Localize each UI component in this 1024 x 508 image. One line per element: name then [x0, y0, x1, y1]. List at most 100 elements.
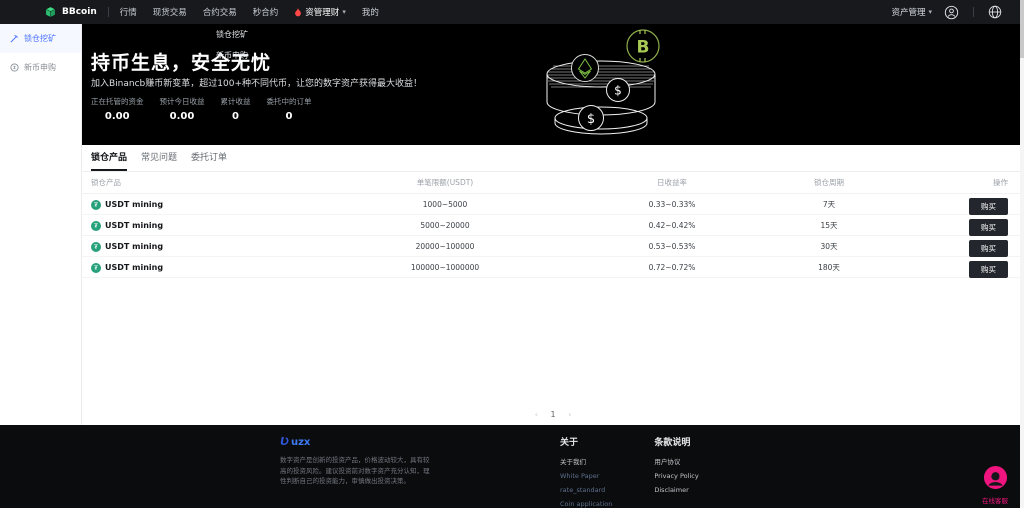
ethereum-coin-icon	[572, 55, 599, 82]
buy-button[interactable]: 购买	[969, 198, 1008, 215]
tether-icon: ₮	[91, 242, 101, 252]
footer-link-about-us[interactable]: 关于我们	[560, 456, 612, 466]
stat-label: 累计收益	[221, 96, 251, 107]
period-value: 180天	[716, 262, 942, 273]
nav-divider	[108, 7, 109, 17]
page-scrollbar[interactable]	[1020, 0, 1024, 508]
product-name: USDT mining	[105, 263, 163, 272]
scrollbar-thumb[interactable]	[1020, 0, 1024, 58]
product-name: USDT mining	[105, 242, 163, 251]
limit-value: 5000~20000	[262, 221, 628, 230]
sidebar-item-label: 新币申购	[24, 62, 56, 73]
footer-link-coin-application[interactable]: Coin application	[560, 500, 612, 508]
svg-text:$: $	[614, 84, 622, 98]
footer-logo[interactable]: Ʋ uzx	[280, 435, 435, 448]
nav-item-mine[interactable]: 我的	[362, 6, 379, 18]
bitcoin-coin-icon: B	[627, 30, 659, 62]
footer-link-disclaimer[interactable]: Disclaimer	[654, 486, 698, 494]
footer-link-user-agreement[interactable]: 用户协议	[654, 456, 698, 466]
hero-stats: 正在托管的资金 0.00 预计今日收益 0.00 累计收益 0 委托中的订单 0	[91, 96, 312, 122]
asset-manage-label: 资产管理	[891, 6, 925, 18]
limit-value: 1000~5000	[262, 200, 628, 209]
customer-service-icon	[983, 465, 1008, 490]
dollar-coin-icon: $	[579, 106, 604, 131]
tab-bar: 锁仓产品 常见问题 委托订单	[82, 145, 1024, 172]
footer-link-white-paper[interactable]: White Paper	[560, 472, 612, 480]
stat-managed-funds: 正在托管的资金 0.00	[91, 96, 144, 122]
uzx-logo-text: uzx	[291, 437, 310, 448]
buy-button[interactable]: 购买	[969, 261, 1008, 278]
col-action: 操作	[942, 177, 1024, 188]
tab-delegated-orders[interactable]: 委托订单	[191, 150, 227, 171]
pagination: ‹ 1 ›	[82, 410, 1024, 419]
stat-total-profit: 累计收益 0	[221, 96, 251, 122]
tether-icon: ₮	[91, 263, 101, 273]
period-value: 7天	[716, 199, 942, 210]
asset-manage-menu[interactable]: 资产管理 ▾	[891, 6, 932, 18]
tab-lockup-products[interactable]: 锁仓产品	[91, 150, 127, 171]
footer-disclaimer-text: 数字资产是创新的投资产品，价格波动较大，具有较高的投资风险。建议投资前对数字资产…	[280, 455, 435, 487]
col-limit: 单笔限额(USDT)	[262, 177, 628, 188]
stat-value: 0.00	[160, 111, 205, 122]
hero-banner: 锁仓挖矿 新币申购 持币生息，安全无忧 加入Binancb赚币新变革，超过100…	[82, 24, 1024, 145]
nav-item-second-contract[interactable]: 秒合约	[253, 6, 279, 18]
nav-item-markets[interactable]: 行情	[120, 6, 137, 18]
nav-item-contract-trading[interactable]: 合约交易	[203, 6, 237, 18]
nav-divider	[973, 7, 974, 17]
pagination-prev[interactable]: ‹	[535, 410, 538, 419]
page-footer: Ʋ uzx 数字资产是创新的投资产品，价格波动较大，具有较高的投资风险。建议投资…	[0, 425, 1024, 508]
asset-finance-dropdown: 锁仓挖矿 新币申购	[194, 24, 270, 66]
brand-logo[interactable]: BBcoin	[44, 6, 97, 19]
footer-link-privacy-policy[interactable]: Privacy Policy	[654, 472, 698, 480]
tether-icon: ₮	[91, 200, 101, 210]
online-service-widget[interactable]: 在线客服	[982, 465, 1008, 505]
period-value: 30天	[716, 241, 942, 252]
nav-item-asset-finance[interactable]: 资管理财 ▾	[294, 6, 346, 18]
stat-value: 0.00	[91, 111, 144, 122]
dollar-coin-icon: $	[607, 79, 630, 102]
user-avatar-icon[interactable]	[944, 5, 959, 20]
sidebar-item-lockup-mining[interactable]: 锁仓挖矿	[0, 24, 81, 53]
hero-subtitle: 加入Binancb赚币新变革，超过100+种不同代币，让您的数字资产获得最大收益…	[91, 76, 422, 89]
left-sidebar: 锁仓挖矿 新币申购	[0, 24, 82, 425]
table-row: ₮ USDT mining 1000~5000 0.33~0.33% 7天 购买	[82, 194, 1024, 215]
online-service-label: 在线客服	[982, 495, 1008, 505]
nav-item-spot-trading[interactable]: 现货交易	[153, 6, 187, 18]
chevron-down-icon: ▾	[928, 8, 932, 16]
footer-column-title: 关于	[560, 435, 612, 448]
nav-item-asset-finance-label: 资管理财	[305, 6, 339, 18]
tab-faq[interactable]: 常见问题	[141, 150, 177, 171]
tether-icon: ₮	[91, 221, 101, 231]
chevron-down-icon: ▾	[342, 8, 346, 16]
coin-icon	[10, 63, 19, 72]
app-window: BBcoin 行情 现货交易 合约交易 秒合约 资管理财 ▾ 我的 资产管理 ▾	[0, 0, 1024, 508]
rate-value: 0.33~0.33%	[628, 200, 716, 209]
crypto-coins-illustration: B $ $	[533, 26, 683, 142]
footer-column-title: 条款说明	[654, 435, 698, 448]
table-row: ₮ USDT mining 5000~20000 0.42~0.42% 15天 …	[82, 215, 1024, 236]
globe-language-icon[interactable]	[988, 5, 1002, 19]
nav-menu: 行情 现货交易 合约交易 秒合约 资管理财 ▾ 我的	[120, 6, 379, 18]
mining-pickaxe-icon	[10, 34, 19, 43]
sidebar-item-new-coin[interactable]: 新币申购	[0, 53, 81, 82]
rate-value: 0.72~0.72%	[628, 263, 716, 272]
limit-value: 20000~100000	[262, 242, 628, 251]
period-value: 15天	[716, 220, 942, 231]
buy-button[interactable]: 购买	[969, 240, 1008, 257]
pagination-page-1[interactable]: 1	[550, 410, 555, 419]
table-row: ₮ USDT mining 20000~100000 0.53~0.53% 30…	[82, 236, 1024, 257]
stat-label: 正在托管的资金	[91, 96, 144, 107]
svg-text:B: B	[637, 38, 650, 58]
dropdown-item-new-coin[interactable]: 新币申购	[194, 45, 270, 66]
dropdown-item-lockup-mining[interactable]: 锁仓挖矿	[194, 24, 270, 45]
limit-value: 100000~1000000	[262, 263, 628, 272]
main-content: 锁仓产品 常见问题 委托订单 锁仓产品 单笔限额(USDT) 日收益率 锁仓周期…	[82, 145, 1024, 425]
pagination-next[interactable]: ›	[568, 410, 571, 419]
top-navbar: BBcoin 行情 现货交易 合约交易 秒合约 资管理财 ▾ 我的 资产管理 ▾	[0, 0, 1024, 24]
stat-label: 委托中的订单	[267, 96, 312, 107]
stat-label: 预计今日收益	[160, 96, 205, 107]
footer-link-rate-standard[interactable]: rate_standard	[560, 486, 612, 494]
buy-button[interactable]: 购买	[969, 219, 1008, 236]
footer-column-about: 关于 关于我们 White Paper rate_standard Coin a…	[560, 435, 612, 508]
table-header: 锁仓产品 单笔限额(USDT) 日收益率 锁仓周期 操作	[82, 172, 1024, 194]
